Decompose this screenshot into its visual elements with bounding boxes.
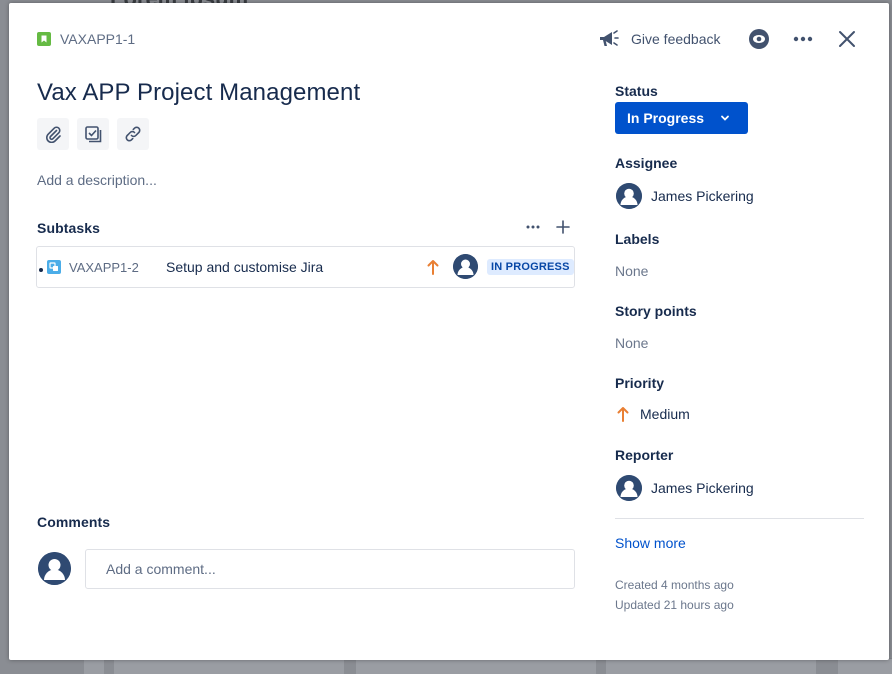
avatar[interactable] xyxy=(453,254,478,279)
avatar xyxy=(616,475,642,501)
labels-label: Labels xyxy=(615,231,660,247)
avatar xyxy=(38,552,71,585)
story-icon xyxy=(37,32,51,46)
issue-key[interactable]: VAXAPP1-1 xyxy=(60,31,135,47)
reporter-label: Reporter xyxy=(615,447,674,463)
status-badge[interactable]: IN PROGRESS xyxy=(487,259,574,275)
subtask-summary[interactable]: Setup and customise Jira xyxy=(166,259,323,275)
subtask-row[interactable]: VAXAPP1-2 Setup and customise Jira IN PR… xyxy=(36,246,575,288)
watch-icon[interactable] xyxy=(747,27,771,51)
issue-breadcrumb[interactable]: VAXAPP1-1 xyxy=(37,30,135,48)
avatar xyxy=(616,183,642,209)
sidebar-divider xyxy=(615,518,864,519)
priority-value: Medium xyxy=(640,406,690,422)
created-timestamp: Created 4 months ago xyxy=(615,578,734,592)
priority-medium-icon xyxy=(616,405,630,423)
comments-heading: Comments xyxy=(37,514,111,530)
story-points-field[interactable]: None xyxy=(615,335,648,351)
background-card xyxy=(84,658,104,674)
feedback-label: Give feedback xyxy=(631,31,721,47)
assignee-field[interactable]: James Pickering xyxy=(616,183,754,209)
more-actions-icon[interactable] xyxy=(791,27,815,51)
link-issue-button[interactable] xyxy=(117,118,149,150)
issue-toolbar xyxy=(37,118,149,150)
subtask-type-icon xyxy=(47,260,61,274)
labels-field[interactable]: None xyxy=(615,263,648,279)
add-subtask-icon[interactable] xyxy=(553,218,573,236)
subtasks-more-icon[interactable] xyxy=(523,218,543,236)
reporter-name: James Pickering xyxy=(651,480,754,496)
paperclip-icon xyxy=(44,125,62,143)
updated-timestamp: Updated 21 hours ago xyxy=(615,598,734,612)
assignee-label: Assignee xyxy=(615,155,678,171)
background-card xyxy=(838,658,892,674)
reporter-field[interactable]: James Pickering xyxy=(616,475,754,501)
background-card xyxy=(606,658,816,674)
issue-title[interactable]: Vax APP Project Management xyxy=(37,79,360,107)
chevron-down-icon xyxy=(720,114,730,122)
drag-handle[interactable] xyxy=(39,268,43,272)
priority-field[interactable]: Medium xyxy=(616,405,690,423)
status-dropdown-button[interactable]: In Progress xyxy=(615,102,748,134)
priority-medium-icon xyxy=(426,258,440,276)
subtask-key[interactable]: VAXAPP1-2 xyxy=(69,260,139,275)
assignee-name: James Pickering xyxy=(651,188,754,204)
background-card xyxy=(114,658,344,674)
subtask-checklist-icon xyxy=(84,125,102,143)
background-card xyxy=(356,658,596,674)
feedback-button[interactable]: Give feedback xyxy=(597,27,721,51)
create-subtask-button[interactable] xyxy=(77,118,109,150)
attach-button[interactable] xyxy=(37,118,69,150)
story-points-label: Story points xyxy=(615,303,697,319)
priority-label: Priority xyxy=(615,375,665,391)
status-value: In Progress xyxy=(627,110,705,126)
description-field[interactable]: Add a description... xyxy=(37,172,157,188)
comment-input[interactable]: Add a comment... xyxy=(85,549,575,589)
show-more-link[interactable]: Show more xyxy=(615,535,686,551)
megaphone-icon xyxy=(597,29,621,49)
close-icon[interactable] xyxy=(835,27,859,51)
subtasks-heading: Subtasks xyxy=(37,220,101,236)
status-label: Status xyxy=(615,83,658,99)
link-icon xyxy=(124,125,142,143)
issue-modal: VAXAPP1-1 Give feedback Vax APP Project … xyxy=(9,3,889,660)
